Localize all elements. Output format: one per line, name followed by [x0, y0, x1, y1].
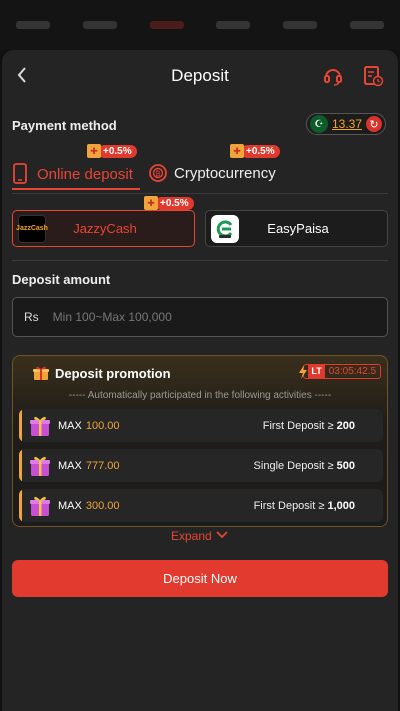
background-top-nav [0, 0, 400, 50]
promotion-subtitle: ----- Automatically participated in the … [68, 390, 332, 401]
customer-service-icon[interactable] [322, 65, 344, 87]
currency-label: Rs [24, 310, 39, 324]
header: Deposit [2, 50, 398, 102]
amount-field[interactable]: Rs [12, 297, 388, 337]
lightning-icon [299, 364, 308, 379]
easypaisa-logo-icon [211, 214, 239, 243]
online-deposit-bonus-badge: ✚ +0.5% [87, 144, 137, 158]
deposit-promotion-card: Deposit promotion LT 03:05:42.5 ----- Au… [12, 355, 388, 527]
tab-online-deposit[interactable]: Online deposit [12, 163, 133, 185]
payment-option-easypaisa[interactable]: EasyPaisa [205, 210, 388, 247]
promotion-item[interactable]: MAX 100.00 First Deposit ≥ 200 [19, 409, 383, 442]
chevron-down-icon [216, 531, 228, 539]
deposit-now-button[interactable]: Deposit Now [12, 560, 388, 597]
refresh-icon[interactable]: ↻ [366, 116, 382, 132]
divider [12, 193, 388, 194]
expand-button[interactable]: Expand [2, 529, 398, 543]
promotion-header: Deposit promotion [33, 365, 171, 381]
pakistan-flag-icon: ☪ [309, 115, 328, 133]
deposit-sheet: Deposit Payment method ☪ 13.37 ↻ ✚ +0.5%… [2, 50, 398, 711]
gift-icon [33, 366, 49, 380]
promotion-timer: LT 03:05:42.5 [299, 364, 381, 379]
gift-box-icon [30, 416, 50, 436]
amount-input[interactable] [52, 310, 387, 324]
jazzcash-logo-icon: JazzCash [16, 214, 48, 243]
divider [12, 260, 388, 261]
crypto-bonus-badge: ✚ +0.5% [230, 144, 280, 158]
jazzycash-bonus-badge: ✚ +0.5% [144, 196, 194, 210]
payment-option-jazzycash[interactable]: JazzCash JazzyCash [12, 210, 195, 247]
promotion-item[interactable]: MAX 777.00 Single Deposit ≥ 500 [19, 449, 383, 482]
gift-icon: ✚ [87, 144, 101, 158]
gift-box-icon [30, 456, 50, 476]
gift-box-icon [30, 496, 50, 516]
phone-icon [13, 163, 27, 184]
deposit-amount-label: Deposit amount [12, 272, 111, 287]
active-tab-indicator [12, 188, 140, 190]
gift-icon: ✚ [144, 196, 158, 210]
balance-value: 13.37 [331, 117, 362, 131]
crypto-coin-icon: ₿ [149, 164, 167, 182]
tab-cryptocurrency[interactable]: ₿ Cryptocurrency [148, 163, 276, 183]
balance-widget[interactable]: ☪ 13.37 ↻ [305, 113, 386, 135]
svg-text:₿: ₿ [155, 170, 160, 178]
deposit-history-icon[interactable] [362, 65, 384, 87]
gift-icon: ✚ [230, 144, 244, 158]
promotion-item[interactable]: MAX 300.00 First Deposit ≥ 1,000 [19, 489, 383, 522]
payment-method-label: Payment method [12, 118, 117, 133]
